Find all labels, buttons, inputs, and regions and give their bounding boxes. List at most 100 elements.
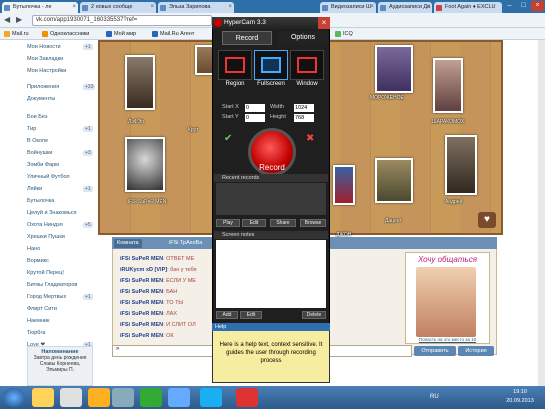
app-icon[interactable] [88, 388, 110, 407]
close-window-icon[interactable]: × [531, 1, 544, 11]
reminder-text[interactable]: Завтра день рождения Славы Корнеева, Эль… [30, 355, 90, 373]
browser-tab[interactable]: Бутылочка - ле × [2, 2, 78, 13]
sidebar-item[interactable]: Охота Ниндзя [27, 222, 63, 228]
browser-tab[interactable]: Эльза Зарипова × [158, 2, 234, 13]
sidebar-item[interactable]: Бутылочка [27, 198, 54, 204]
hypercam-close-icon[interactable]: × [318, 17, 330, 29]
cs-icon[interactable] [112, 388, 134, 407]
media-player-icon[interactable] [60, 388, 82, 407]
sidebar-item[interactable]: Тюрбга [27, 330, 45, 336]
minimize-icon[interactable]: – [503, 1, 516, 11]
close-icon[interactable]: × [228, 2, 232, 13]
browse-button[interactable]: Browse [300, 219, 326, 227]
scrollbar[interactable] [538, 40, 545, 386]
close-icon[interactable]: × [150, 2, 154, 13]
bookmark-item[interactable]: Одноклассники [42, 30, 89, 38]
browser-tab[interactable]: Аудиозаписи Да × [378, 2, 432, 13]
player-photo[interactable] [333, 165, 355, 205]
sidebar-item[interactable]: Целуй и Знакомься [27, 210, 76, 216]
sidebar-item[interactable]: Хрешки Пушки [27, 234, 65, 240]
edit-note-button[interactable]: Edit [240, 311, 262, 319]
sidebar-item[interactable]: Нано [27, 246, 40, 252]
browser-tab[interactable]: Foot Again ♦ EXCLU [434, 2, 502, 13]
browser-tab[interactable]: 2 новых сообще × [80, 2, 156, 13]
sidebar-item[interactable]: Войнушки [27, 150, 52, 156]
checkmark-icon[interactable]: ✔ [224, 133, 232, 144]
sidebar-item[interactable]: Мои Новости [27, 44, 61, 50]
hypercam-taskbar-icon[interactable] [236, 388, 258, 407]
cross-icon[interactable]: ✖ [306, 133, 314, 144]
ad-box[interactable]: Хочу общаться Попасть на это место за 10 [405, 252, 490, 344]
sidebar-item[interactable]: Флирт Сити [27, 306, 57, 312]
heart-icon[interactable]: ♥ [478, 212, 496, 228]
chat-nick[interactable]: iFSi SuPeR MEN [120, 311, 163, 317]
sidebar-item[interactable]: Город Мертвых [27, 294, 66, 300]
chat-nick[interactable]: iFSi SuPeR MEN [120, 322, 163, 328]
ad-caption[interactable]: Попасть на это место за 10 [406, 337, 489, 342]
sidebar-item[interactable]: Ляйки [27, 186, 42, 192]
chat-nick[interactable]: iFSi SuPeR MEN [120, 289, 163, 295]
start-x-input[interactable]: 0 [245, 104, 265, 112]
bookmark-item[interactable]: ICQ [335, 30, 353, 38]
fullscreen-mode-button[interactable] [254, 50, 288, 80]
player-photo[interactable] [375, 45, 413, 93]
share-button[interactable]: Share [270, 219, 296, 227]
player-photo[interactable] [445, 135, 477, 195]
chat-nick[interactable]: iFSi SuPeR MEN [120, 256, 163, 262]
start-button[interactable] [3, 388, 25, 407]
screen-notes-list[interactable] [216, 240, 326, 308]
tab-options[interactable]: Options [278, 31, 328, 45]
sidebar-item[interactable]: Битвы Гладиаторов [27, 282, 77, 288]
player-photo[interactable] [125, 137, 165, 192]
chat-nick[interactable]: iRUKycm xD [VIP] [120, 267, 167, 273]
url-input[interactable]: vk.com/app1930071_160335537?ref= [32, 15, 212, 26]
maximize-icon[interactable]: □ [517, 1, 530, 11]
bookmark-item[interactable]: Мой мир [106, 30, 136, 38]
chat-nick[interactable]: iFSi SuPeR MEN [120, 300, 163, 306]
sidebar-item[interactable]: Приложения [27, 84, 59, 90]
sidebar-item[interactable]: Мои Закладки [27, 56, 63, 62]
window-mode-button[interactable] [290, 50, 324, 80]
sidebar-item[interactable]: Уличный Футбол [27, 174, 70, 180]
sidebar-item[interactable]: Бои Без [27, 114, 47, 120]
sidebar-item[interactable]: Вормикс [27, 258, 49, 264]
close-icon[interactable]: × [370, 2, 374, 13]
sidebar-item[interactable]: В Окопе [27, 138, 48, 144]
close-icon[interactable]: × [72, 2, 76, 13]
tab-room[interactable]: Комната [114, 239, 142, 248]
player-photo[interactable] [125, 55, 155, 110]
history-button[interactable]: История [458, 346, 494, 356]
screen-notes-header[interactable]: Screen notes [214, 231, 328, 239]
start-y-input[interactable]: 0 [245, 114, 265, 122]
sidebar-item[interactable]: Наемник [27, 318, 49, 324]
back-icon[interactable]: ◀ [4, 15, 10, 24]
sidebar-item[interactable]: Тир [27, 126, 36, 132]
game-icon[interactable] [140, 388, 162, 407]
forward-icon[interactable]: ▶ [16, 15, 22, 24]
delete-button[interactable]: Delete [302, 311, 326, 319]
player-photo[interactable] [433, 58, 463, 113]
width-input[interactable]: 1024 [294, 104, 314, 112]
tab-private[interactable]: iFSi ТрАхоВа [166, 239, 205, 248]
recent-records-list[interactable] [216, 183, 326, 215]
tab-record[interactable]: Record [222, 31, 272, 45]
edit-button[interactable]: Edit [242, 219, 266, 227]
close-icon[interactable]: × [426, 2, 430, 13]
mail-icon[interactable] [168, 388, 190, 407]
play-button[interactable]: Play [216, 219, 240, 227]
browser-tab[interactable]: Видеозаписи Ш × [320, 2, 376, 13]
bookmark-item[interactable]: Mail.ru [4, 30, 29, 38]
skype-icon[interactable] [200, 388, 222, 407]
recent-records-header[interactable]: Recent records [214, 174, 328, 182]
bookmark-item[interactable]: Mail.Ru Агент [152, 30, 194, 38]
language-indicator[interactable]: RU [430, 394, 439, 400]
clock[interactable]: 19:10 20.09.2013 [500, 388, 540, 406]
explorer-icon[interactable] [32, 388, 54, 407]
sidebar-item[interactable]: Документы [27, 96, 55, 102]
chat-nick[interactable]: iFSi SuPeR MEN [120, 333, 163, 339]
height-input[interactable]: 768 [294, 114, 314, 122]
sidebar-item[interactable]: Крутой Перец! [27, 270, 64, 276]
region-mode-button[interactable] [218, 50, 252, 80]
add-button[interactable]: Add [216, 311, 238, 319]
player-photo[interactable] [375, 158, 413, 203]
